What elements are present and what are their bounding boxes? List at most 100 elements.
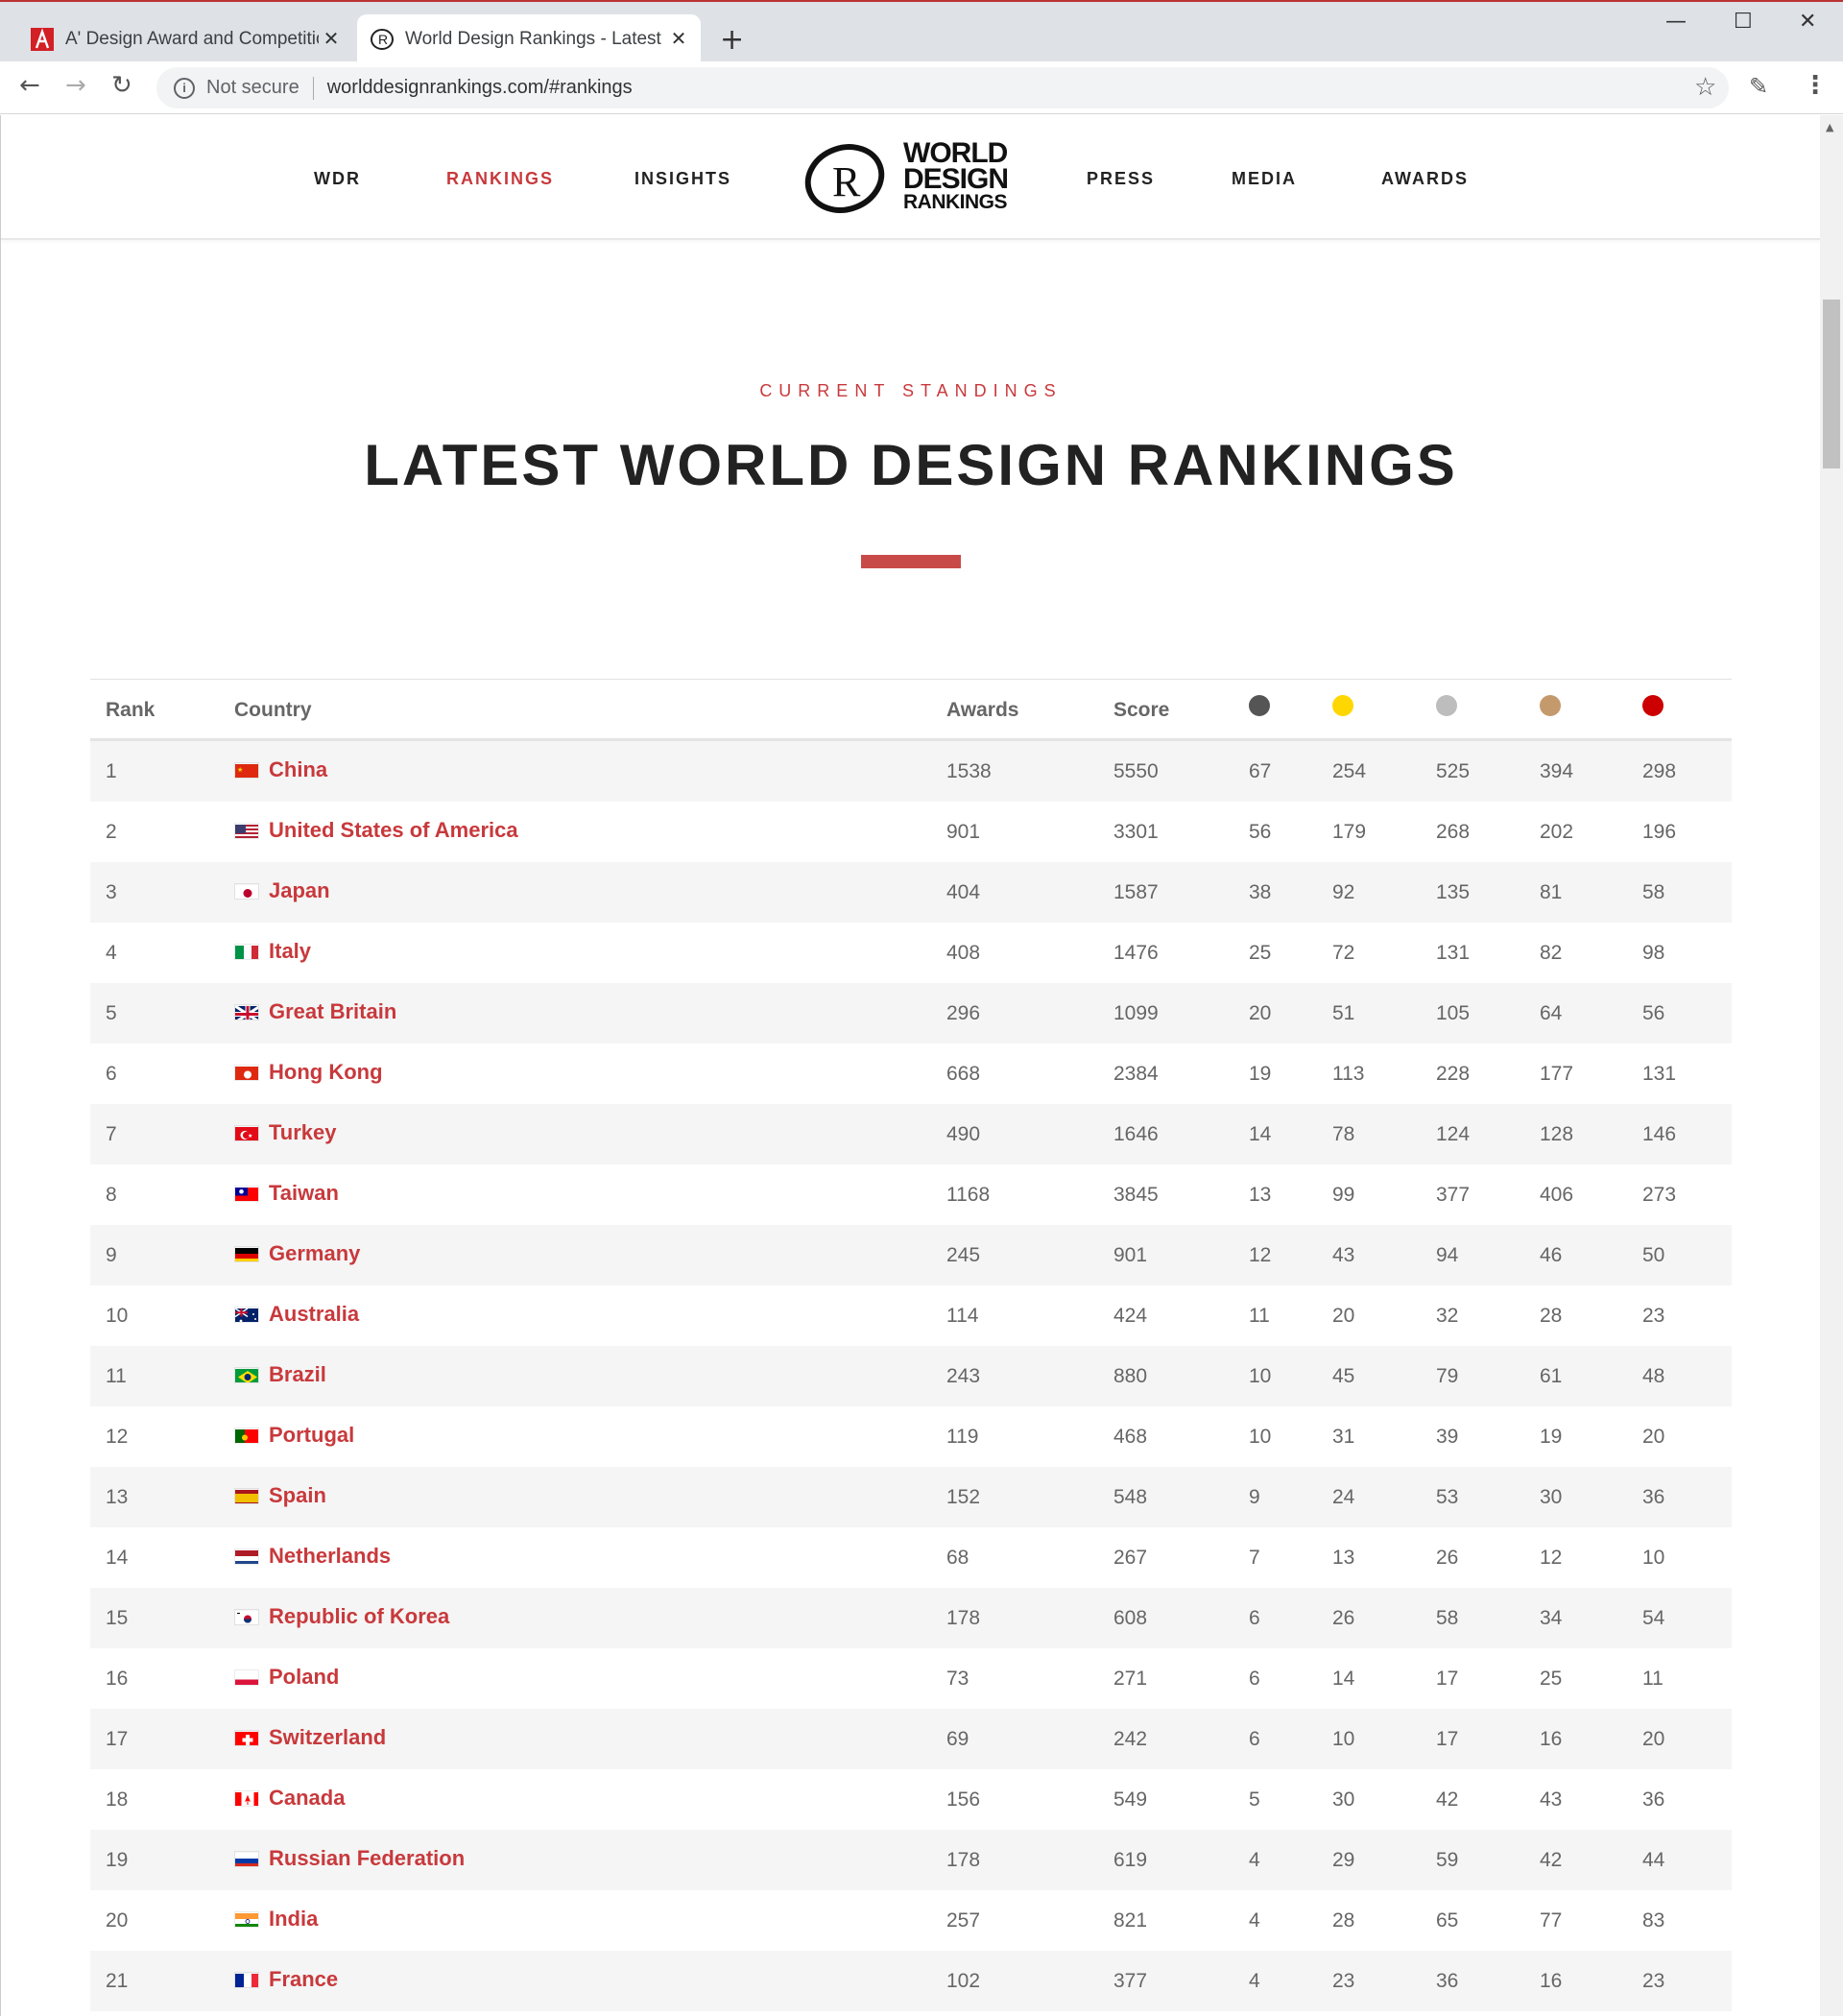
logo-r-mark-icon: R [804,144,885,213]
page-scrollbar[interactable]: ▲ [1820,115,1843,2016]
country-link[interactable]: Japan [269,878,330,903]
country-link[interactable]: Italy [269,939,311,964]
cell-country[interactable]: France [234,1967,338,1992]
country-link[interactable]: Poland [269,1665,339,1690]
new-tab-icon[interactable]: + [720,23,744,57]
country-link[interactable]: Germany [269,1241,360,1266]
cell-country[interactable]: Switzerland [234,1725,386,1750]
iron-medal-icon[interactable] [1642,695,1663,716]
cell-silver: 124 [1436,1123,1471,1145]
country-link[interactable]: Canada [269,1786,345,1811]
cell-platinum: 38 [1249,881,1272,903]
maximize-icon[interactable]: ☐ [1734,10,1753,34]
tab-a-design-award[interactable]: A' Design Award and Competitio ✕ [17,14,353,63]
cell-country[interactable]: Spain [234,1483,326,1508]
country-link[interactable]: Taiwan [269,1181,339,1206]
silver-medal-icon[interactable] [1436,695,1457,716]
nav-awards[interactable]: AWARDS [1381,169,1469,189]
cell-country[interactable]: Netherlands [234,1544,391,1569]
scroll-thumb[interactable] [1823,300,1840,468]
nav-insights[interactable]: INSIGHTS [634,169,731,189]
country-link[interactable]: Brazil [269,1362,326,1387]
country-link[interactable]: China [269,757,327,782]
forward-icon[interactable]: → [65,71,86,100]
country-link[interactable]: India [269,1907,318,1932]
country-link[interactable]: Spain [269,1483,326,1508]
header-country[interactable]: Country [234,699,312,722]
cell-score: 1476 [1113,942,1159,964]
flag-kr-icon [234,1608,259,1625]
scroll-up-icon[interactable]: ▲ [1826,121,1833,133]
country-link[interactable]: Switzerland [269,1725,386,1750]
country-link[interactable]: Russian Federation [269,1846,465,1871]
cell-bronze: 61 [1540,1365,1563,1387]
cell-country[interactable]: Taiwan [234,1181,339,1206]
info-icon[interactable]: i [174,77,195,99]
cell-silver: 59 [1436,1849,1459,1871]
site-logo[interactable]: R WORLD DESIGN RANKINGS [803,138,1011,217]
country-link[interactable]: Turkey [269,1120,337,1145]
cell-country[interactable]: Brazil [234,1362,326,1387]
header-awards[interactable]: Awards [946,699,1018,722]
cell-country[interactable]: Great Britain [234,999,396,1024]
address-bar[interactable]: i Not secure worlddesignrankings.com/#ra… [156,67,1729,108]
nav-media[interactable]: MEDIA [1232,169,1297,189]
cell-country[interactable]: Republic of Korea [234,1604,449,1629]
cell-country[interactable]: United States of America [234,818,518,843]
nav-rankings[interactable]: RANKINGS [446,169,554,189]
gold-medal-icon[interactable] [1332,695,1353,716]
cell-awards: 408 [946,942,981,964]
country-link[interactable]: Hong Kong [269,1060,383,1085]
cell-country[interactable]: ★ China [234,757,327,782]
table-row: 4 408 1476 25 72 131 82 98 Italy [90,923,1732,983]
nav-press[interactable]: PRESS [1087,169,1155,189]
wdr-icon: R [371,28,394,50]
cell-awards: 178 [946,1849,981,1871]
url-text[interactable]: worlddesignrankings.com/#rankings [327,77,633,99]
country-link[interactable]: Australia [269,1302,359,1327]
cell-country[interactable]: Canada [234,1786,345,1811]
cell-rank: 13 [106,1486,129,1508]
flag-de-icon [234,1245,259,1262]
minimize-icon[interactable]: — [1665,10,1687,34]
menu-icon[interactable]: ⋮ [1803,71,1828,100]
cell-silver: 228 [1436,1063,1471,1085]
country-link[interactable]: Republic of Korea [269,1604,449,1629]
country-link[interactable]: France [269,1967,338,1992]
header-score[interactable]: Score [1113,699,1169,722]
cell-country[interactable]: Russian Federation [234,1846,465,1871]
window-close-icon[interactable]: ✕ [1799,10,1816,34]
cell-platinum: 14 [1249,1123,1272,1145]
cell-gold: 99 [1332,1184,1355,1206]
country-link[interactable]: Netherlands [269,1544,391,1569]
cell-gold: 10 [1332,1728,1355,1750]
cell-country[interactable]: India [234,1907,318,1932]
cell-score: 3301 [1113,821,1159,843]
extension-icon[interactable]: ✎ [1749,73,1768,100]
tab-world-design-rankings[interactable]: R World Design Rankings - Latest R ✕ [357,14,701,63]
country-link[interactable]: Portugal [269,1423,354,1448]
cell-country[interactable]: ★ Turkey [234,1120,337,1145]
cell-country[interactable]: Australia [234,1302,359,1327]
cell-silver: 131 [1436,942,1471,964]
bronze-medal-icon[interactable] [1540,695,1561,716]
cell-country[interactable]: Portugal [234,1423,354,1448]
cell-country[interactable]: Italy [234,939,311,964]
cell-country[interactable]: Japan [234,878,330,903]
back-icon[interactable]: ← [19,71,40,100]
cell-country[interactable]: Hong Kong [234,1060,383,1085]
browser-toolbar: ← → ↻ i Not secure worlddesignrankings.c… [0,61,1843,114]
close-icon[interactable]: ✕ [319,27,344,51]
nav-wdr[interactable]: WDR [314,169,361,189]
cell-country[interactable]: Germany [234,1241,360,1266]
platinum-medal-icon[interactable] [1249,695,1270,716]
reload-icon[interactable]: ↻ [111,71,132,100]
table-body: 1 1538 5550 67 254 525 394 298 ★ China 2 901 3301 56 1… [90,741,1732,2011]
close-icon[interactable]: ✕ [666,27,691,51]
bookmark-star-icon[interactable]: ☆ [1694,73,1716,102]
country-link[interactable]: United States of America [269,818,518,843]
header-rank[interactable]: Rank [106,699,155,722]
country-link[interactable]: Great Britain [269,999,396,1024]
cell-country[interactable]: Poland [234,1665,339,1690]
flag-ca-icon [234,1789,259,1807]
